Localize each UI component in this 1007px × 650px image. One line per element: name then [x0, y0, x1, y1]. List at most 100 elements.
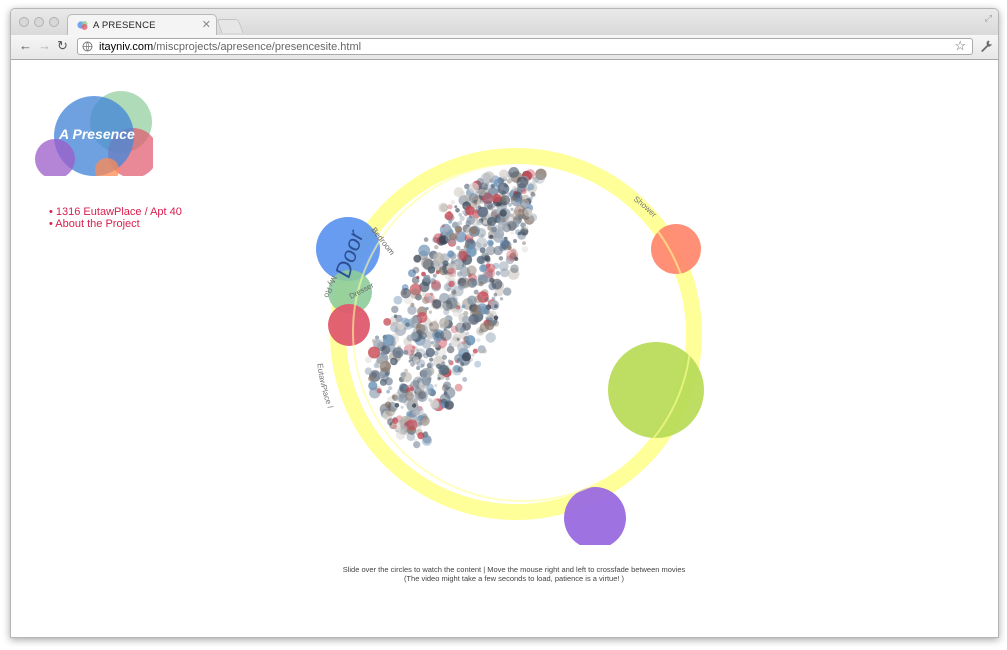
- blob-particle: [488, 240, 494, 246]
- blob-particle: [415, 316, 421, 323]
- blob-particle: [457, 220, 463, 226]
- blob-particle: [490, 209, 501, 220]
- blob-particle: [451, 289, 457, 295]
- blob-particle: [499, 169, 509, 179]
- blob-particle: [446, 345, 455, 354]
- blob-particle: [420, 363, 425, 368]
- tab-strip: A PRESENCE ✕ ⤢: [11, 9, 998, 36]
- blob-particle: [501, 218, 506, 223]
- blob-particle: [423, 274, 431, 282]
- blob-particle: [463, 310, 469, 317]
- blob-particle: [472, 348, 478, 354]
- blob-particle: [492, 227, 497, 232]
- wrench-icon[interactable]: [979, 39, 993, 53]
- blob-particle: [517, 231, 522, 236]
- blob-particle: [478, 281, 484, 287]
- back-arrow-icon[interactable]: ←: [19, 38, 32, 54]
- blob-particle: [448, 280, 455, 288]
- presence-visualization[interactable]: My Ro EutawPlace / Bedroom Dresser Door …: [301, 135, 711, 545]
- blob-particle: [450, 200, 455, 205]
- blob-particle: [485, 332, 496, 343]
- close-window-button[interactable]: [19, 17, 29, 27]
- blob-particle: [510, 213, 514, 218]
- blob-particle: [397, 322, 405, 330]
- tab-active[interactable]: A PRESENCE ✕: [67, 14, 217, 36]
- blob-particle: [391, 359, 396, 364]
- blob-particle: [442, 354, 447, 360]
- blob-particle: [468, 314, 480, 325]
- instructions: Slide over the circles to watch the cont…: [211, 565, 817, 583]
- blob-particle: [492, 193, 501, 203]
- blob-particle: [529, 196, 533, 200]
- blob-particle: [386, 389, 390, 394]
- instructions-line-2: (The video might take a few seconds to l…: [403, 574, 625, 583]
- blob-particle: [421, 338, 432, 349]
- blob-particle: [476, 220, 483, 226]
- blob-particle: [442, 300, 453, 311]
- blob-particle: [479, 322, 490, 333]
- blob-particle: [434, 331, 441, 338]
- zoom-window-button[interactable]: [49, 17, 59, 27]
- blob-particle: [465, 205, 475, 216]
- forward-arrow-icon[interactable]: →: [38, 38, 51, 54]
- browser-toolbar: ← → ↻ itayniv.com/miscprojects/apresence…: [11, 35, 998, 60]
- blob-particle: [459, 326, 465, 333]
- site-logo[interactable]: A Presence: [33, 76, 153, 176]
- new-tab-button[interactable]: [216, 19, 244, 33]
- blob-particle: [465, 331, 470, 336]
- blob-particle: [406, 419, 418, 431]
- blob-particle: [400, 405, 404, 409]
- url-text: itayniv.com/miscprojects/apresence/prese…: [99, 41, 361, 53]
- blob-particle: [458, 250, 469, 261]
- blob-particle: [460, 362, 465, 367]
- blob-particle: [461, 340, 466, 345]
- blob-particle: [479, 247, 486, 254]
- blob-particle: [480, 172, 492, 185]
- blob-particle: [455, 359, 459, 363]
- blob-particle: [454, 205, 458, 209]
- blob-particle: [429, 357, 434, 362]
- blob-particle: [432, 299, 442, 309]
- blob-particle: [403, 349, 409, 355]
- blob-particle: [434, 383, 438, 388]
- blob-particle: [428, 321, 440, 332]
- blob-particle: [510, 207, 514, 211]
- fullscreen-icon[interactable]: ⤢: [985, 13, 992, 24]
- reload-icon[interactable]: ↻: [57, 38, 68, 54]
- blob-particle: [452, 308, 461, 317]
- blob-particle: [384, 377, 393, 386]
- blob-particle: [469, 243, 473, 248]
- blob-particle: [507, 192, 512, 197]
- instructions-line-1: Slide over the circles to watch the cont…: [342, 565, 686, 574]
- blob-particle: [488, 235, 492, 239]
- blob-particle: [508, 203, 512, 207]
- blob-particle: [412, 345, 416, 350]
- blob-particle: [466, 265, 477, 276]
- blob-particle: [408, 359, 412, 363]
- blob-particle: [439, 317, 450, 328]
- bookmark-star-icon[interactable]: ☆: [954, 38, 966, 54]
- blob-particle: [512, 185, 518, 192]
- blob-particle: [498, 261, 509, 272]
- blob-particle: [482, 348, 487, 354]
- blob-particle: [476, 337, 481, 343]
- blob-particle: [380, 350, 386, 356]
- blob-particle: [410, 362, 415, 367]
- blob-particle: [392, 417, 399, 424]
- hotspot-eutaw[interactable]: [328, 304, 370, 346]
- blob-particle: [462, 377, 468, 382]
- blob-particle: [514, 197, 522, 204]
- blob-particle: [521, 194, 530, 203]
- blob-particle: [432, 273, 437, 278]
- blob-particle: [428, 398, 432, 402]
- minimize-window-button[interactable]: [34, 17, 44, 27]
- blob-particle: [522, 241, 526, 245]
- blob-particle: [441, 224, 445, 228]
- blob-particle: [454, 383, 463, 392]
- blob-particle: [474, 295, 483, 304]
- nav-link-apartment[interactable]: • 1316 EutawPlace / Apt 40: [49, 206, 182, 218]
- blob-particle: [456, 226, 463, 233]
- tab-close-icon[interactable]: ✕: [202, 18, 211, 31]
- nav-link-about[interactable]: • About the Project: [49, 218, 182, 230]
- address-bar[interactable]: itayniv.com/miscprojects/apresence/prese…: [77, 38, 973, 55]
